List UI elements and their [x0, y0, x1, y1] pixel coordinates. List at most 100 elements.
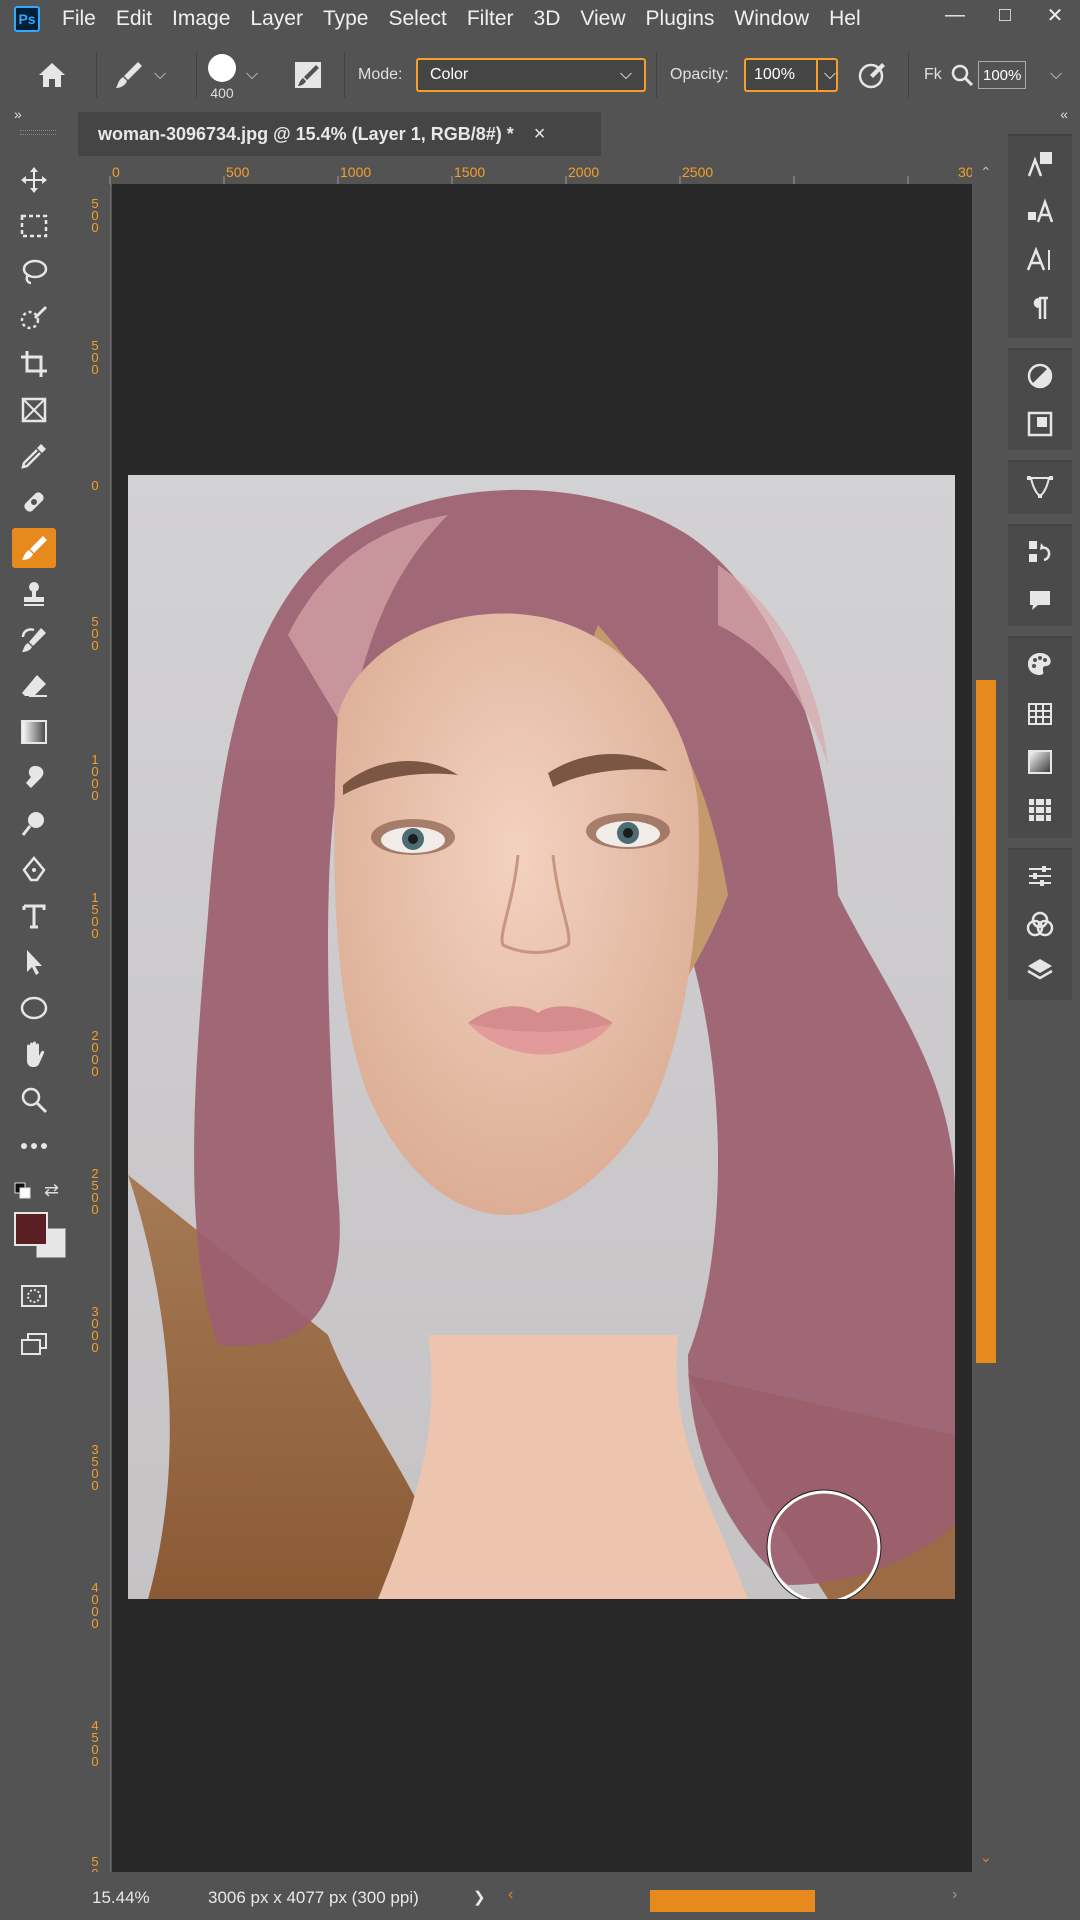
menu-3d[interactable]: 3D	[524, 7, 571, 31]
ruler-tick-label: 3 0 0 0	[91, 1304, 99, 1355]
document-tab[interactable]: woman-3096734.jpg @ 15.4% (Layer 1, RGB/…	[78, 112, 601, 156]
chevron-down-icon: ⌵	[154, 66, 167, 83]
smudge-tool[interactable]	[12, 758, 56, 798]
more-tools-button[interactable]	[12, 1126, 56, 1166]
brush-settings-button[interactable]	[292, 38, 324, 112]
menu-select[interactable]: Select	[378, 7, 456, 31]
character-icon	[1026, 246, 1050, 271]
foreground-color-swatch[interactable]	[14, 1212, 48, 1246]
color-panel-button[interactable]	[1018, 644, 1062, 684]
menu-file[interactable]: File	[52, 7, 106, 31]
panel-grip[interactable]	[20, 130, 56, 135]
paragraph-panel-button[interactable]	[1018, 288, 1062, 328]
ruler-tick-label: 4 5 0 0	[91, 1718, 99, 1769]
default-colors-icon[interactable]	[14, 1182, 32, 1205]
masks-panel-button[interactable]	[1018, 404, 1062, 444]
menu-filter[interactable]: Filter	[457, 7, 524, 31]
document-info[interactable]: 3006 px x 4077 px (300 ppi)	[208, 1888, 419, 1908]
minimize-button[interactable]: —	[930, 0, 980, 30]
healing-tool[interactable]	[12, 482, 56, 522]
swatches-panel-button[interactable]	[1018, 694, 1062, 734]
opacity-field[interactable]: 100% ⌵	[744, 58, 838, 92]
brush-size-picker[interactable]: 400 ⌵	[208, 38, 258, 112]
adjustments-panel-button[interactable]	[1018, 356, 1062, 396]
home-button[interactable]	[36, 38, 68, 112]
hand-tool[interactable]	[12, 1034, 56, 1074]
character-panel-button[interactable]	[1018, 240, 1062, 280]
mode-value: Color	[430, 66, 469, 83]
pressure-opacity-button[interactable]	[856, 38, 888, 112]
scroll-down-icon[interactable]: ⌄	[980, 1849, 992, 1866]
zoom-level[interactable]: 15.44%	[92, 1888, 150, 1908]
type-tool[interactable]	[12, 896, 56, 936]
menu-help[interactable]: Hel	[819, 7, 871, 31]
healing-icon	[24, 492, 44, 512]
marquee-tool[interactable]	[12, 206, 56, 246]
history-panel-button[interactable]	[1018, 532, 1062, 572]
screen-mode-button[interactable]	[12, 1324, 56, 1364]
masks-icon	[1027, 411, 1053, 437]
horizontal-scroll-thumb[interactable]	[650, 1890, 815, 1912]
scroll-up-icon[interactable]: ⌃	[980, 164, 992, 181]
gradient-tool[interactable]	[12, 712, 56, 752]
comment-icon	[1030, 591, 1050, 610]
eyedropper-tool[interactable]	[12, 436, 56, 476]
chevron-down-icon: ⌵	[619, 66, 632, 83]
move-tool[interactable]	[12, 160, 56, 200]
vertical-ruler-labels: 5 0 0 5 0 0 0 5 0 0 1 0 0 0 1 5 0 0 2 0 …	[78, 184, 110, 1880]
ellipse-icon	[20, 996, 48, 1020]
paths-icon	[1027, 476, 1053, 498]
ellipse-tool[interactable]	[12, 988, 56, 1028]
path-select-icon	[27, 950, 42, 975]
menu-edit[interactable]: Edit	[106, 7, 162, 31]
properties-icon	[1029, 866, 1051, 886]
tool-preset-picker[interactable]: ⌵	[112, 38, 166, 112]
path-select-tool[interactable]	[12, 942, 56, 982]
paths-panel-button[interactable]	[1018, 466, 1062, 506]
menu-view[interactable]: View	[570, 7, 635, 31]
gradients-panel-button[interactable]	[1018, 742, 1062, 782]
flow-field[interactable]: 100%	[978, 61, 1027, 89]
vertical-scroll-thumb[interactable]	[976, 680, 996, 1363]
scroll-left-icon[interactable]: ‹	[508, 1886, 513, 1904]
menu-image[interactable]: Image	[162, 7, 240, 31]
menu-plugins[interactable]: Plugins	[636, 7, 725, 31]
canvas-image[interactable]	[128, 475, 955, 1599]
zoom-tool[interactable]	[12, 1080, 56, 1120]
menu-window[interactable]: Window	[724, 7, 819, 31]
glyphs-panel-button[interactable]	[1018, 144, 1062, 184]
crop-tool[interactable]	[12, 344, 56, 384]
scroll-right-icon[interactable]: ›	[952, 1886, 957, 1904]
maximize-button[interactable]: □	[980, 0, 1030, 30]
menu-type[interactable]: Type	[313, 7, 379, 31]
horizontal-ruler: 0 500 1000 1500 2000 2500 30	[90, 158, 974, 185]
collapse-panel-icon[interactable]: »	[14, 106, 22, 122]
history-brush-tool[interactable]	[12, 620, 56, 660]
lasso-tool[interactable]	[12, 252, 56, 292]
quick-mask-button[interactable]	[12, 1276, 56, 1316]
channels-panel-button[interactable]	[1018, 904, 1062, 944]
dodge-tool[interactable]	[12, 804, 56, 844]
collapse-panel-icon[interactable]: «	[1060, 106, 1068, 122]
brush-tool[interactable]	[12, 528, 56, 568]
comments-panel-button[interactable]	[1018, 580, 1062, 620]
frame-tool[interactable]	[12, 390, 56, 430]
properties-panel-button[interactable]	[1018, 856, 1062, 896]
zoom-icon	[21, 1087, 48, 1114]
close-button[interactable]: ✕	[1030, 0, 1080, 30]
chevron-down-icon[interactable]: ⌵	[1050, 66, 1062, 84]
patterns-panel-button[interactable]	[1018, 790, 1062, 830]
mode-dropdown[interactable]: Color ⌵	[416, 58, 646, 92]
layers-panel-button[interactable]	[1018, 950, 1062, 990]
pen-tool[interactable]	[12, 850, 56, 890]
quick-select-tool[interactable]	[12, 298, 56, 338]
close-tab-icon[interactable]: ×	[534, 123, 546, 146]
marquee-icon	[20, 214, 48, 238]
stamp-tool[interactable]	[12, 574, 56, 614]
menu-layer[interactable]: Layer	[240, 7, 313, 31]
eraser-tool[interactable]	[12, 666, 56, 706]
swap-colors-icon[interactable]: ⇄	[44, 1180, 59, 1201]
character-styles-button[interactable]	[1018, 192, 1062, 232]
palette-icon	[1028, 653, 1051, 675]
info-menu-arrow-icon[interactable]: ❯	[473, 1888, 486, 1906]
